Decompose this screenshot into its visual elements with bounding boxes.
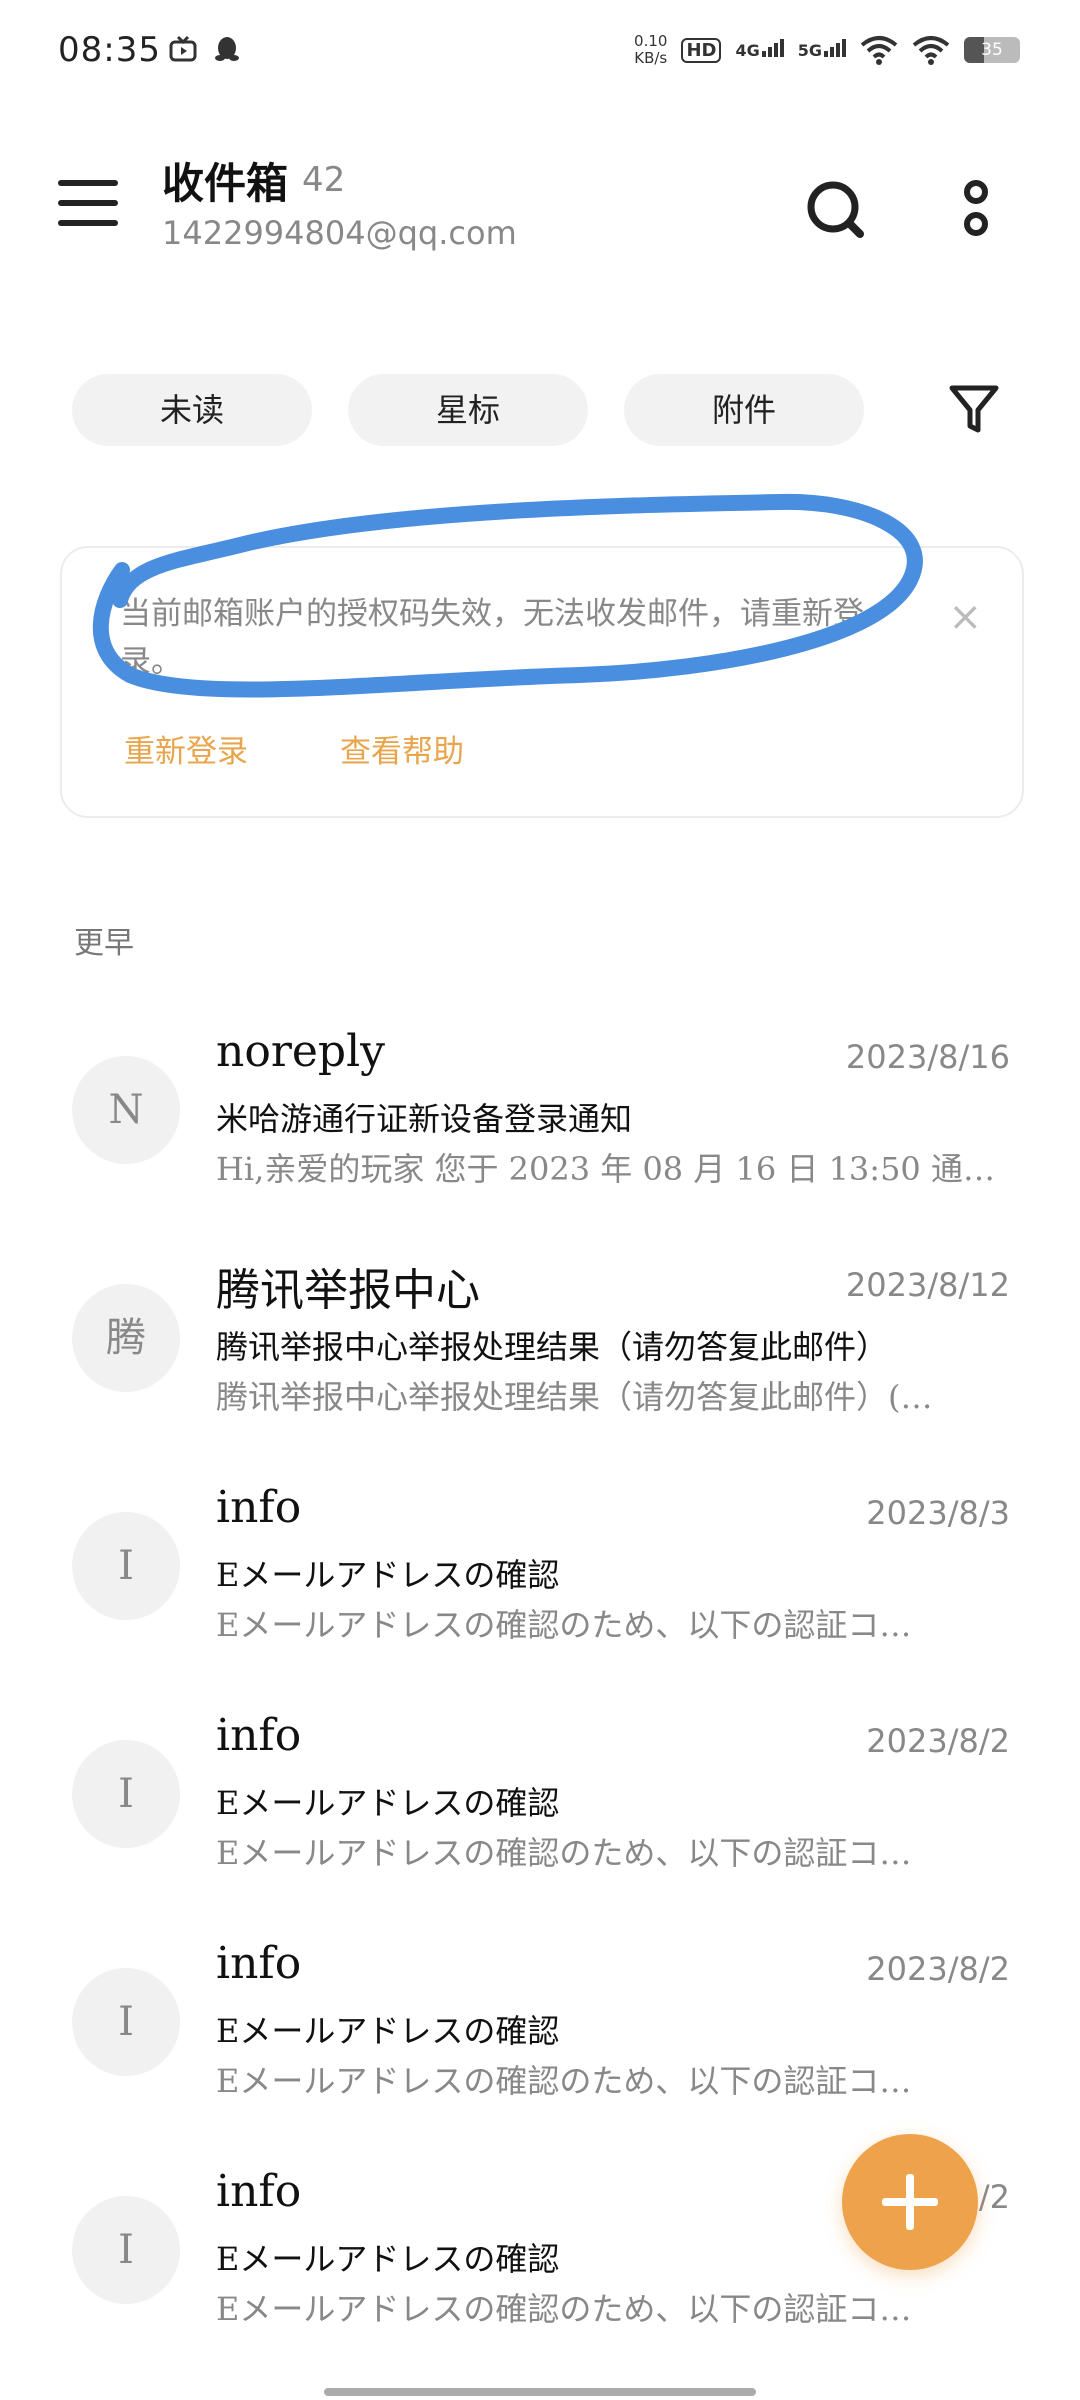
status-right-group: 0.10 KB/s HD 4G 5G 35 — [634, 30, 1020, 70]
avatar: 腾 — [72, 1284, 180, 1392]
battery-icon: 35 — [964, 37, 1020, 63]
avatar: N — [72, 1056, 180, 1164]
notice-message: 当前邮箱账户的授权码失效，无法收发邮件，请重新登录。 — [120, 596, 864, 680]
mail-preview: Eメールアドレスの確認のため、以下の認証コ… — [216, 1606, 912, 1644]
more-options-icon[interactable] — [936, 170, 1016, 250]
mail-preview: Hi,亲爱的玩家 您于 2023 年 08 月 16 日 13:50 通… — [216, 1150, 995, 1188]
unread-count: 42 — [302, 160, 346, 200]
mail-date: 2023/8/12 — [845, 1266, 1010, 1304]
mail-item[interactable]: I info 2023/8/3 Eメールアドレスの確認 Eメールアドレスの確認の… — [0, 1466, 1080, 1694]
home-indicator[interactable] — [324, 2388, 756, 2396]
filter-unread-chip[interactable]: 未读 — [72, 374, 312, 446]
mail-sender: 腾讯举报中心 — [216, 1265, 480, 1316]
status-bar: 08:35 0.10 KB/s HD 4G 5G 35 — [0, 0, 1080, 100]
account-email[interactable]: 1422994804@qq.com — [162, 214, 517, 252]
avatar: I — [72, 2196, 180, 2304]
help-link[interactable]: 查看帮助 — [340, 726, 464, 771]
signal-5g-icon: 5G — [798, 38, 846, 60]
mail-item[interactable]: 腾 腾讯举报中心 2023/8/12 腾讯举报中心举报处理结果（请勿答复此邮件）… — [0, 1238, 1080, 1466]
mail-preview: Eメールアドレスの確認のため、以下の認証コ… — [216, 2062, 912, 2100]
relogin-link[interactable]: 重新登录 — [124, 726, 248, 771]
mail-date: 2023/8/2 — [866, 1950, 1010, 1988]
mail-sender: info — [216, 1938, 302, 1989]
mail-preview: Eメールアドレスの確認のため、以下の認証コ… — [216, 1834, 912, 1872]
mail-preview: Eメールアドレスの確認のため、以下の認証コ… — [216, 2290, 912, 2328]
mail-date: 2023/8/2 — [866, 1722, 1010, 1760]
mail-subject: 米哈游通行证新设备登录通知 — [216, 1100, 633, 1138]
mail-subject: Eメールアドレスの確認 — [216, 1556, 560, 1594]
mail-sender: info — [216, 1482, 302, 1533]
avatar: I — [72, 1968, 180, 2076]
mail-subject: Eメールアドレスの確認 — [216, 1784, 560, 1822]
mail-preview: 腾讯举报中心举报处理结果（请勿答复此邮件）(… — [216, 1378, 933, 1416]
avatar: I — [72, 1512, 180, 1620]
mail-sender: info — [216, 2166, 302, 2217]
mail-sender: noreply — [216, 1026, 385, 1077]
wifi-icon — [912, 36, 950, 65]
mail-item[interactable]: I info 2023/8/2 Eメールアドレスの確認 Eメールアドレスの確認の… — [0, 1694, 1080, 1922]
mail-item[interactable]: I info 2023/8/2 Eメールアドレスの確認 Eメールアドレスの確認の… — [0, 1922, 1080, 2150]
avatar: I — [72, 1740, 180, 1848]
net-speed: 0.10 KB/s — [634, 32, 668, 67]
mail-item[interactable]: N noreply 2023/8/16 米哈游通行证新设备登录通知 Hi,亲爱的… — [0, 1010, 1080, 1238]
hd-badge: HD — [681, 37, 722, 63]
wifi-icon — [860, 36, 898, 65]
auth-expired-notice: 当前邮箱账户的授权码失效，无法收发邮件，请重新登录。 × 重新登录 查看帮助 — [60, 546, 1024, 818]
close-notice-button[interactable]: × — [948, 594, 982, 640]
qq-penguin-icon — [215, 37, 239, 61]
filter-starred-chip[interactable]: 星标 — [348, 374, 588, 446]
search-icon[interactable] — [796, 170, 876, 250]
filter-icon[interactable] — [944, 378, 1004, 438]
section-label-earlier: 更早 — [74, 926, 134, 961]
signal-4g-icon: 4G — [735, 38, 784, 60]
mail-sender: info — [216, 1710, 302, 1761]
mail-subject: Eメールアドレスの確認 — [216, 2012, 560, 2050]
mail-date: 2023/8/16 — [845, 1038, 1010, 1076]
filter-attachment-chip[interactable]: 附件 — [624, 374, 864, 446]
mail-date: 2023/8/3 — [866, 1494, 1010, 1532]
status-time: 08:35 — [58, 30, 161, 70]
menu-button[interactable] — [58, 180, 118, 240]
tv-icon — [169, 35, 197, 62]
mail-subject: 腾讯举报中心举报处理结果（请勿答复此邮件） — [216, 1328, 889, 1366]
page-title: 收件箱 — [162, 159, 289, 208]
compose-plus-button[interactable] — [842, 2134, 978, 2270]
